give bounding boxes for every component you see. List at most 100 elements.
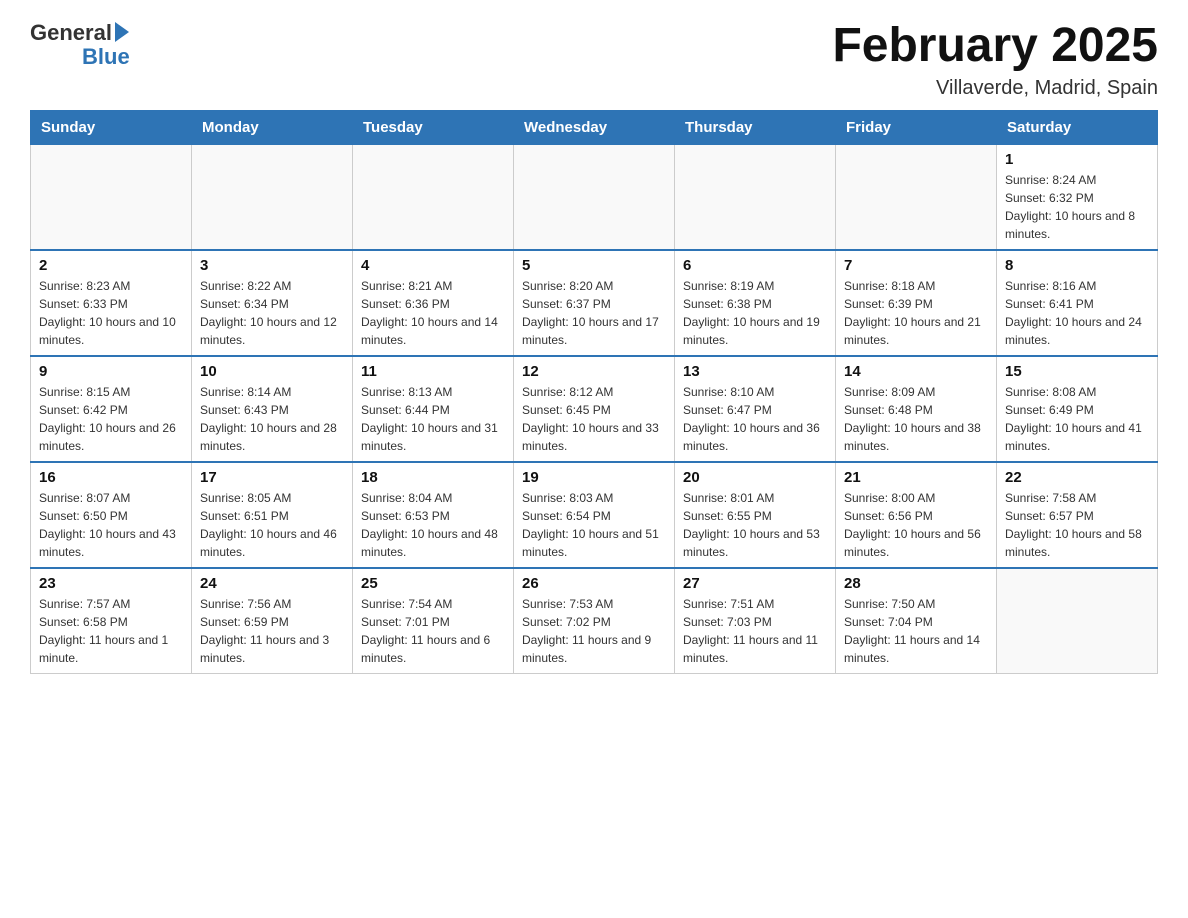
- day-number: 9: [39, 363, 183, 380]
- calendar-cell: 2 Sunrise: 8:23 AMSunset: 6:33 PMDaylight…: [31, 250, 192, 356]
- day-number: 2: [39, 257, 183, 274]
- calendar-cell: 14 Sunrise: 8:09 AMSunset: 6:48 PMDayligh…: [836, 356, 997, 462]
- calendar-cell: 8 Sunrise: 8:16 AMSunset: 6:41 PMDaylight…: [997, 250, 1158, 356]
- calendar-cell: 10Sunrise: 8:14 AMSunset: 6:43 PMDayligh…: [192, 356, 353, 462]
- day-detail: Sunrise: 8:13 AMSunset: 6:44 PMDaylight:…: [361, 383, 505, 455]
- calendar-cell: 18 Sunrise: 8:04 AMSunset: 6:53 PMDayligh…: [353, 462, 514, 568]
- day-number: 4: [361, 257, 505, 274]
- weekday-header-monday: Monday: [192, 110, 353, 144]
- day-detail: Sunrise: 8:03 AMSunset: 6:54 PMDaylight:…: [522, 489, 666, 561]
- calendar-cell: 24 Sunrise: 7:56 AMSunset: 6:59 PMDayligh…: [192, 568, 353, 674]
- weekday-header-wednesday: Wednesday: [514, 110, 675, 144]
- day-detail: Sunrise: 7:53 AMSunset: 7:02 PMDaylight:…: [522, 595, 666, 667]
- weekday-header-thursday: Thursday: [675, 110, 836, 144]
- day-number: 8: [1005, 257, 1149, 274]
- weekday-header-friday: Friday: [836, 110, 997, 144]
- day-number: 17: [200, 469, 344, 486]
- calendar-cell: 20 Sunrise: 8:01 AMSunset: 6:55 PMDayligh…: [675, 462, 836, 568]
- day-number: 22: [1005, 469, 1149, 486]
- day-number: 18: [361, 469, 505, 486]
- calendar-cell: 26 Sunrise: 7:53 AMSunset: 7:02 PMDayligh…: [514, 568, 675, 674]
- day-number: 28: [844, 575, 988, 592]
- calendar-cell: 3 Sunrise: 8:22 AMSunset: 6:34 PMDaylight…: [192, 250, 353, 356]
- day-detail: Sunrise: 8:24 AMSunset: 6:32 PMDaylight:…: [1005, 171, 1149, 243]
- calendar-cell: 28 Sunrise: 7:50 AMSunset: 7:04 PMDayligh…: [836, 568, 997, 674]
- day-detail: Sunrise: 7:50 AMSunset: 7:04 PMDaylight:…: [844, 595, 988, 667]
- calendar-cell: 11 Sunrise: 8:13 AMSunset: 6:44 PMDayligh…: [353, 356, 514, 462]
- weekday-header-saturday: Saturday: [997, 110, 1158, 144]
- logo: General Blue: [30, 20, 130, 70]
- calendar-cell: [353, 144, 514, 250]
- page-header: General Blue February 2025 Villaverde, M…: [30, 20, 1158, 100]
- calendar-cell: 12Sunrise: 8:12 AMSunset: 6:45 PMDayligh…: [514, 356, 675, 462]
- calendar-cell: 9 Sunrise: 8:15 AMSunset: 6:42 PMDaylight…: [31, 356, 192, 462]
- logo-arrow-icon: [115, 22, 129, 42]
- calendar-cell: 5Sunrise: 8:20 AMSunset: 6:37 PMDaylight…: [514, 250, 675, 356]
- day-number: 26: [522, 575, 666, 592]
- logo-general: General: [30, 20, 112, 46]
- day-detail: Sunrise: 7:58 AMSunset: 6:57 PMDaylight:…: [1005, 489, 1149, 561]
- day-number: 11: [361, 363, 505, 380]
- day-number: 15: [1005, 363, 1149, 380]
- day-detail: Sunrise: 8:09 AMSunset: 6:48 PMDaylight:…: [844, 383, 988, 455]
- day-number: 20: [683, 469, 827, 486]
- calendar-cell: 6 Sunrise: 8:19 AMSunset: 6:38 PMDaylight…: [675, 250, 836, 356]
- calendar-cell: 1 Sunrise: 8:24 AMSunset: 6:32 PMDaylight…: [997, 144, 1158, 250]
- day-detail: Sunrise: 8:15 AMSunset: 6:42 PMDaylight:…: [39, 383, 183, 455]
- day-number: 1: [1005, 151, 1149, 168]
- day-detail: Sunrise: 7:54 AMSunset: 7:01 PMDaylight:…: [361, 595, 505, 667]
- calendar-cell: 22 Sunrise: 7:58 AMSunset: 6:57 PMDayligh…: [997, 462, 1158, 568]
- day-detail: Sunrise: 8:07 AMSunset: 6:50 PMDaylight:…: [39, 489, 183, 561]
- calendar-cell: 17 Sunrise: 8:05 AMSunset: 6:51 PMDayligh…: [192, 462, 353, 568]
- day-number: 27: [683, 575, 827, 592]
- weekday-header-sunday: Sunday: [31, 110, 192, 144]
- day-number: 13: [683, 363, 827, 380]
- day-detail: Sunrise: 8:23 AMSunset: 6:33 PMDaylight:…: [39, 277, 183, 349]
- day-number: 12: [522, 363, 666, 380]
- day-number: 24: [200, 575, 344, 592]
- title-block: February 2025 Villaverde, Madrid, Spain: [832, 20, 1158, 100]
- week-row-5: 23Sunrise: 7:57 AMSunset: 6:58 PMDayligh…: [31, 568, 1158, 674]
- calendar-title: February 2025: [832, 20, 1158, 73]
- day-detail: Sunrise: 8:00 AMSunset: 6:56 PMDaylight:…: [844, 489, 988, 561]
- calendar-cell: 25 Sunrise: 7:54 AMSunset: 7:01 PMDayligh…: [353, 568, 514, 674]
- day-detail: Sunrise: 7:51 AMSunset: 7:03 PMDaylight:…: [683, 595, 827, 667]
- calendar-cell: [675, 144, 836, 250]
- day-detail: Sunrise: 8:16 AMSunset: 6:41 PMDaylight:…: [1005, 277, 1149, 349]
- weekday-header-tuesday: Tuesday: [353, 110, 514, 144]
- day-number: 16: [39, 469, 183, 486]
- calendar-cell: [31, 144, 192, 250]
- day-detail: Sunrise: 8:21 AMSunset: 6:36 PMDaylight:…: [361, 277, 505, 349]
- day-number: 10: [200, 363, 344, 380]
- day-detail: Sunrise: 8:10 AMSunset: 6:47 PMDaylight:…: [683, 383, 827, 455]
- calendar-subtitle: Villaverde, Madrid, Spain: [832, 77, 1158, 100]
- day-detail: Sunrise: 8:22 AMSunset: 6:34 PMDaylight:…: [200, 277, 344, 349]
- day-number: 6: [683, 257, 827, 274]
- day-number: 21: [844, 469, 988, 486]
- week-row-4: 16 Sunrise: 8:07 AMSunset: 6:50 PMDayligh…: [31, 462, 1158, 568]
- day-detail: Sunrise: 7:56 AMSunset: 6:59 PMDaylight:…: [200, 595, 344, 667]
- calendar-cell: [997, 568, 1158, 674]
- day-detail: Sunrise: 8:05 AMSunset: 6:51 PMDaylight:…: [200, 489, 344, 561]
- calendar-cell: 27 Sunrise: 7:51 AMSunset: 7:03 PMDayligh…: [675, 568, 836, 674]
- day-number: 7: [844, 257, 988, 274]
- day-number: 19: [522, 469, 666, 486]
- day-detail: Sunrise: 8:19 AMSunset: 6:38 PMDaylight:…: [683, 277, 827, 349]
- day-number: 3: [200, 257, 344, 274]
- calendar-cell: [514, 144, 675, 250]
- calendar-table: SundayMondayTuesdayWednesdayThursdayFrid…: [30, 110, 1158, 674]
- calendar-cell: 21 Sunrise: 8:00 AMSunset: 6:56 PMDayligh…: [836, 462, 997, 568]
- weekday-header-row: SundayMondayTuesdayWednesdayThursdayFrid…: [31, 110, 1158, 144]
- day-detail: Sunrise: 8:20 AMSunset: 6:37 PMDaylight:…: [522, 277, 666, 349]
- calendar-cell: [836, 144, 997, 250]
- week-row-2: 2 Sunrise: 8:23 AMSunset: 6:33 PMDaylight…: [31, 250, 1158, 356]
- calendar-cell: 7Sunrise: 8:18 AMSunset: 6:39 PMDaylight…: [836, 250, 997, 356]
- day-number: 25: [361, 575, 505, 592]
- day-detail: Sunrise: 8:04 AMSunset: 6:53 PMDaylight:…: [361, 489, 505, 561]
- day-number: 23: [39, 575, 183, 592]
- day-number: 14: [844, 363, 988, 380]
- day-detail: Sunrise: 8:01 AMSunset: 6:55 PMDaylight:…: [683, 489, 827, 561]
- calendar-cell: 13 Sunrise: 8:10 AMSunset: 6:47 PMDayligh…: [675, 356, 836, 462]
- calendar-cell: 19 Sunrise: 8:03 AMSunset: 6:54 PMDayligh…: [514, 462, 675, 568]
- week-row-3: 9 Sunrise: 8:15 AMSunset: 6:42 PMDaylight…: [31, 356, 1158, 462]
